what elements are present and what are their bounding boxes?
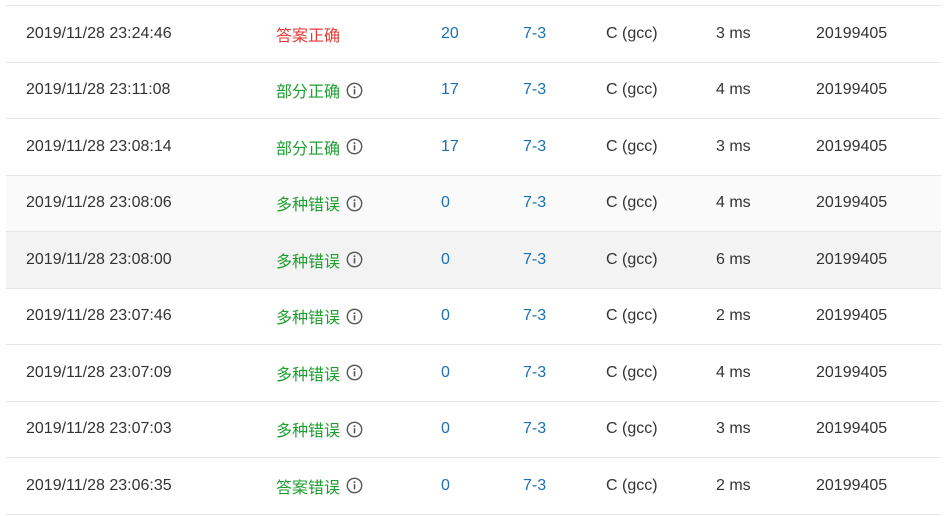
- language: C (gcc): [606, 194, 658, 212]
- language: C (gcc): [606, 420, 658, 438]
- status-label[interactable]: 部分正确: [276, 78, 340, 102]
- info-icon[interactable]: [346, 421, 363, 438]
- problem-link[interactable]: 7-3: [523, 119, 546, 175]
- runtime: 2 ms: [716, 307, 751, 325]
- submit-time: 2019/11/28 23:24:46: [26, 24, 172, 42]
- submit-time: 2019/11/28 23:11:08: [26, 81, 171, 99]
- runtime: 3 ms: [716, 137, 751, 155]
- status-cell: 部分正确: [276, 63, 363, 119]
- user-id: 20199405: [816, 363, 888, 381]
- status-cell: 多种错误: [276, 402, 363, 458]
- problem-link[interactable]: 7-3: [523, 345, 546, 401]
- user-id: 20199405: [816, 307, 888, 325]
- status-cell: 多种错误: [276, 345, 363, 401]
- submit-time: 2019/11/28 23:06:35: [26, 476, 172, 494]
- info-icon[interactable]: [346, 308, 363, 325]
- info-icon[interactable]: [346, 138, 363, 155]
- score-link[interactable]: 0: [441, 232, 450, 288]
- score-link[interactable]: 0: [441, 289, 450, 345]
- submit-time: 2019/11/28 23:08:14: [26, 137, 172, 155]
- submit-time: 2019/11/28 23:07:03: [26, 420, 172, 438]
- status-cell: 多种错误: [276, 176, 363, 232]
- problem-link[interactable]: 7-3: [523, 289, 546, 345]
- info-icon[interactable]: [346, 364, 363, 381]
- runtime: 4 ms: [716, 194, 751, 212]
- submissions-table: 2019/11/28 23:24:46 答案正确 20 7-3 C (gcc) …: [6, 5, 941, 515]
- runtime: 3 ms: [716, 420, 751, 438]
- runtime: 3 ms: [716, 24, 751, 42]
- language: C (gcc): [606, 250, 658, 268]
- table-row: 2019/11/28 23:07:03 多种错误 0 7-3 C (gcc) 3…: [6, 401, 941, 458]
- problem-link[interactable]: 7-3: [523, 232, 546, 288]
- runtime: 4 ms: [716, 363, 751, 381]
- user-id: 20199405: [816, 476, 888, 494]
- user-id: 20199405: [816, 24, 888, 42]
- language: C (gcc): [606, 137, 658, 155]
- problem-link[interactable]: 7-3: [523, 63, 546, 119]
- score-link[interactable]: 0: [441, 458, 450, 514]
- status-label[interactable]: 多种错误: [276, 248, 340, 272]
- table-row: 2019/11/28 23:11:08 部分正确 17 7-3 C (gcc) …: [6, 62, 941, 119]
- table-row: 2019/11/28 23:07:46 多种错误 0 7-3 C (gcc) 2…: [6, 288, 941, 345]
- score-link[interactable]: 20: [441, 6, 459, 62]
- score-link[interactable]: 0: [441, 402, 450, 458]
- status-label[interactable]: 部分正确: [276, 135, 340, 159]
- problem-link[interactable]: 7-3: [523, 402, 546, 458]
- problem-link[interactable]: 7-3: [523, 6, 546, 62]
- table-row: 2019/11/28 23:06:35 答案错误 0 7-3 C (gcc) 2…: [6, 458, 941, 515]
- table-row: 2019/11/28 23:08:00 多种错误 0 7-3 C (gcc) 6…: [6, 232, 941, 289]
- info-icon[interactable]: [346, 195, 363, 212]
- language: C (gcc): [606, 81, 658, 99]
- score-link[interactable]: 0: [441, 176, 450, 232]
- status-label[interactable]: 多种错误: [276, 304, 340, 328]
- language: C (gcc): [606, 363, 658, 381]
- status-label[interactable]: 多种错误: [276, 361, 340, 385]
- problem-link[interactable]: 7-3: [523, 458, 546, 514]
- user-id: 20199405: [816, 250, 888, 268]
- runtime: 4 ms: [716, 81, 751, 99]
- user-id: 20199405: [816, 420, 888, 438]
- table-row: 2019/11/28 23:07:09 多种错误 0 7-3 C (gcc) 4…: [6, 345, 941, 402]
- info-icon[interactable]: [346, 251, 363, 268]
- submit-time: 2019/11/28 23:07:46: [26, 307, 172, 325]
- runtime: 6 ms: [716, 250, 751, 268]
- score-link[interactable]: 17: [441, 119, 459, 175]
- info-icon[interactable]: [346, 82, 363, 99]
- status-label[interactable]: 答案正确: [276, 22, 340, 46]
- score-link[interactable]: 0: [441, 345, 450, 401]
- info-icon[interactable]: [346, 477, 363, 494]
- user-id: 20199405: [816, 81, 888, 99]
- status-cell: 答案正确: [276, 6, 340, 62]
- table-row: 2019/11/28 23:08:14 部分正确 17 7-3 C (gcc) …: [6, 119, 941, 176]
- submit-time: 2019/11/28 23:07:09: [26, 363, 172, 381]
- status-label[interactable]: 多种错误: [276, 417, 340, 441]
- submit-time: 2019/11/28 23:08:00: [26, 250, 172, 268]
- submit-time: 2019/11/28 23:08:06: [26, 194, 172, 212]
- status-label[interactable]: 答案错误: [276, 474, 340, 498]
- status-cell: 多种错误: [276, 232, 363, 288]
- runtime: 2 ms: [716, 476, 751, 494]
- status-cell: 答案错误: [276, 458, 363, 514]
- status-cell: 部分正确: [276, 119, 363, 175]
- status-label[interactable]: 多种错误: [276, 191, 340, 215]
- language: C (gcc): [606, 307, 658, 325]
- score-link[interactable]: 17: [441, 63, 459, 119]
- status-cell: 多种错误: [276, 289, 363, 345]
- table-row: 2019/11/28 23:08:06 多种错误 0 7-3 C (gcc) 4…: [6, 175, 941, 232]
- language: C (gcc): [606, 476, 658, 494]
- language: C (gcc): [606, 24, 658, 42]
- table-row: 2019/11/28 23:24:46 答案正确 20 7-3 C (gcc) …: [6, 6, 941, 63]
- user-id: 20199405: [816, 137, 888, 155]
- user-id: 20199405: [816, 194, 888, 212]
- problem-link[interactable]: 7-3: [523, 176, 546, 232]
